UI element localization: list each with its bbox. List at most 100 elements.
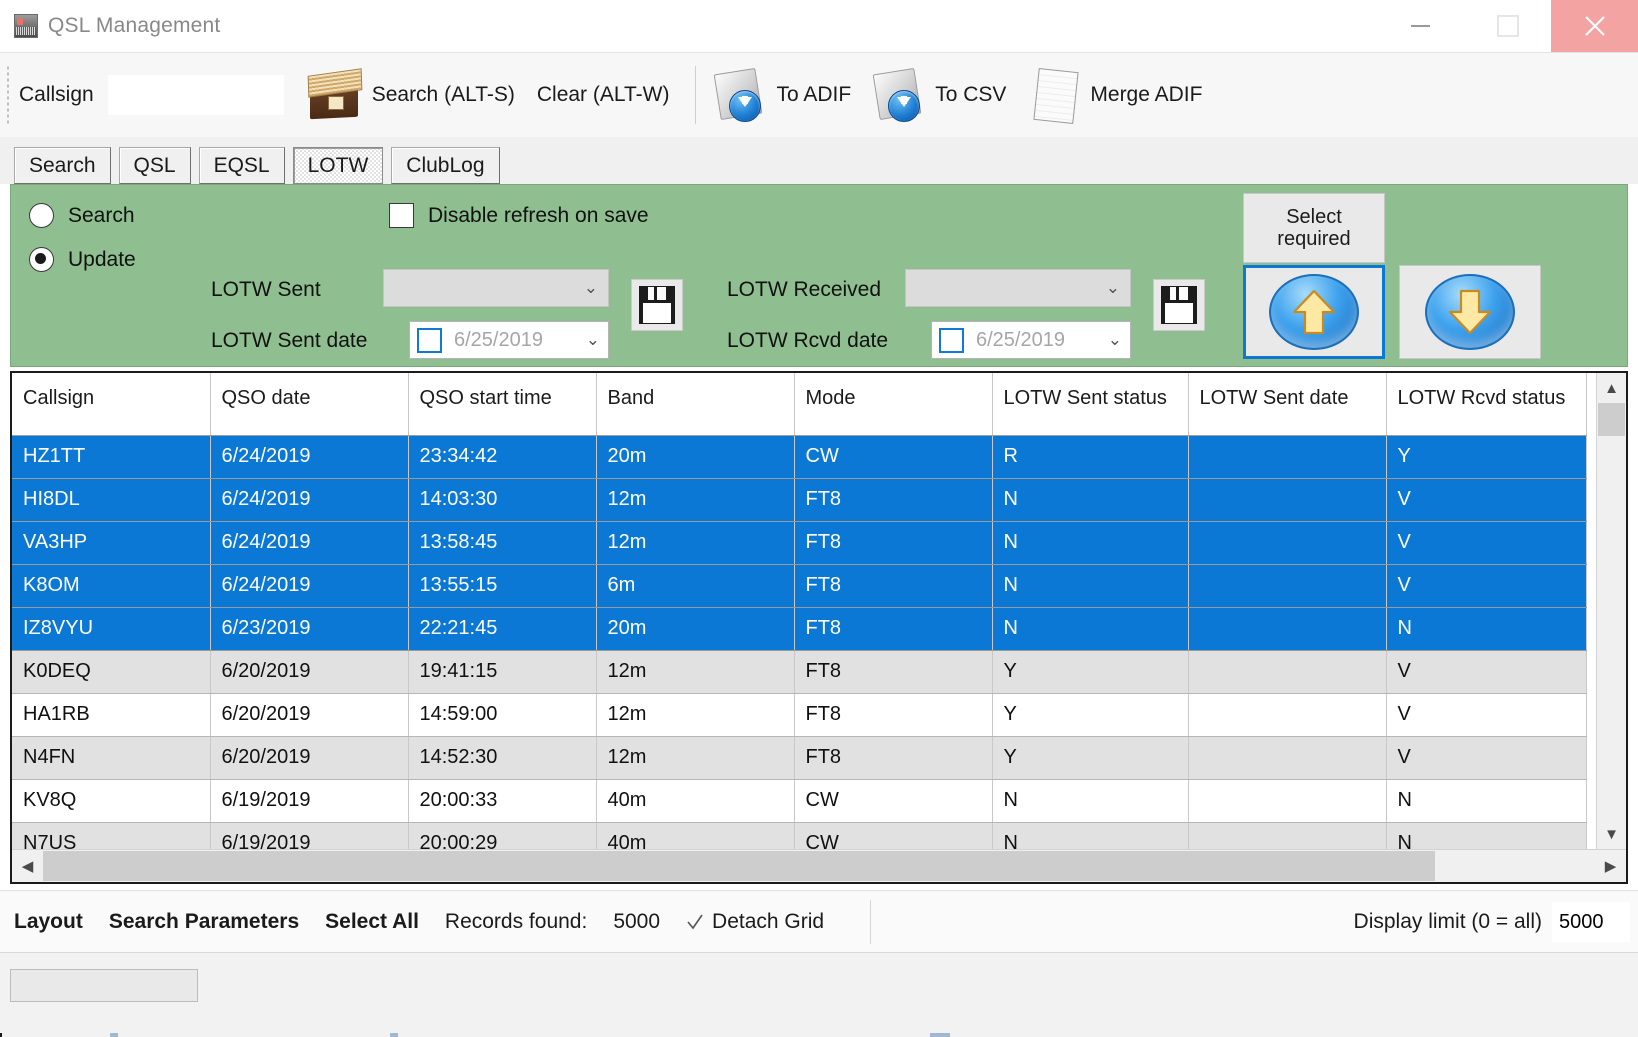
date-enable-checkbox[interactable]	[939, 327, 964, 353]
grid-body: Callsign QSO date QSO start time Band Mo…	[12, 373, 1626, 849]
minimize-button[interactable]	[1377, 0, 1464, 52]
column-header-qso-start-time[interactable]: QSO start time	[408, 373, 597, 436]
bottom-strip	[0, 952, 1638, 1037]
tab-clublog[interactable]: ClubLog	[391, 147, 500, 184]
tab-eqsl[interactable]: EQSL	[198, 147, 285, 184]
tab-qsl[interactable]: QSL	[118, 147, 191, 184]
close-button[interactable]	[1551, 0, 1638, 52]
save-lotw-received-button[interactable]	[1153, 279, 1205, 331]
cell-band: 12m	[596, 478, 795, 522]
export-file-down-icon	[872, 67, 927, 122]
table-row[interactable]: K8OM 6/24/2019 13:55:15 6m FT8 N V	[12, 564, 1587, 608]
cell-lotw-sent-date	[1188, 521, 1387, 565]
cell-band: 40m	[596, 822, 795, 849]
column-header-mode[interactable]: Mode	[794, 373, 993, 436]
minimize-icon	[1411, 25, 1430, 27]
records-found-value: 5000	[613, 910, 661, 933]
disable-refresh-checkbox[interactable]: Disable refresh on save	[389, 203, 649, 228]
lotw-received-select[interactable]: ⌄	[905, 269, 1131, 307]
table-row[interactable]: N7US 6/19/2019 20:00:29 40m CW N N	[12, 822, 1587, 849]
cell-band: 6m	[596, 564, 795, 608]
cell-lotw-sent-status: N	[992, 521, 1189, 565]
detach-grid-label: Detach Grid	[712, 910, 825, 933]
tab-search[interactable]: Search	[14, 147, 111, 184]
download-from-lotw-button[interactable]	[1399, 265, 1541, 359]
export-file-down-icon	[714, 67, 768, 122]
merge-adif-button[interactable]: Merge ADIF	[1028, 68, 1202, 124]
cell-qso-date: 6/24/2019	[210, 478, 409, 522]
column-header-band[interactable]: Band	[596, 373, 795, 436]
table-row[interactable]: HZ1TT 6/24/2019 23:34:42 20m CW R Y	[12, 435, 1587, 479]
lotw-sent-date-picker[interactable]: 6/25/2019 ⌄	[409, 321, 609, 359]
cell-qso-date: 6/20/2019	[210, 736, 409, 780]
cell-lotw-rcvd-status: N	[1386, 779, 1587, 823]
cell-mode: FT8	[794, 478, 993, 522]
upload-arrow-icon	[1269, 274, 1359, 350]
search-button[interactable]: Search (ALT-S)	[306, 68, 515, 120]
cardfile-icon	[306, 68, 364, 120]
upload-to-lotw-button[interactable]	[1243, 265, 1385, 359]
taskbar-edge	[0, 1033, 1638, 1037]
bottom-empty-field[interactable]	[10, 969, 198, 1002]
maximize-button[interactable]	[1464, 0, 1551, 52]
cell-lotw-sent-status: N	[992, 564, 1189, 608]
table-row[interactable]: HI8DL 6/24/2019 14:03:30 12m FT8 N V	[12, 478, 1587, 522]
callsign-input[interactable]	[107, 75, 284, 115]
vertical-scroll-thumb[interactable]	[1598, 403, 1625, 436]
save-lotw-sent-button[interactable]	[631, 279, 683, 331]
to-adif-label: To ADIF	[776, 83, 852, 106]
cell-lotw-sent-status: Y	[992, 693, 1189, 737]
tab-strip: Search QSL EQSL LOTW ClubLog	[0, 137, 1638, 184]
lotw-sent-select[interactable]: ⌄	[383, 269, 609, 307]
status-bar: Layout Search Parameters Select All Reco…	[0, 890, 1638, 953]
cell-callsign: KV8Q	[12, 779, 211, 823]
scroll-left-icon[interactable]: ◀	[12, 850, 43, 882]
lotw-sent-label: LOTW Sent	[211, 278, 321, 301]
mode-update-radio[interactable]: Update	[29, 247, 136, 272]
scroll-down-icon[interactable]: ▼	[1597, 819, 1626, 849]
cell-callsign: K8OM	[12, 564, 211, 608]
check-icon	[687, 914, 703, 930]
column-header-lotw-sent-status[interactable]: LOTW Sent status	[992, 373, 1189, 436]
column-header-lotw-rcvd-status[interactable]: LOTW Rcvd status	[1386, 373, 1587, 436]
vertical-scrollbar[interactable]: ▲ ▼	[1596, 373, 1626, 849]
display-limit-label: Display limit (0 = all)	[1353, 910, 1542, 933]
window-title-bar: QSL Management	[0, 0, 1638, 52]
clear-button-label: Clear (ALT-W)	[536, 83, 670, 106]
to-csv-button[interactable]: To CSV	[872, 67, 1006, 122]
horizontal-scrollbar[interactable]: ◀ ▶	[12, 849, 1626, 882]
detach-grid-checkbox[interactable]: Detach Grid	[686, 910, 824, 934]
search-parameters-button[interactable]: Search Parameters	[109, 910, 299, 934]
app-icon	[14, 14, 38, 38]
mode-search-radio[interactable]: Search	[29, 203, 135, 228]
display-limit-input[interactable]	[1552, 902, 1630, 942]
scroll-right-icon[interactable]: ▶	[1595, 850, 1626, 882]
cell-lotw-sent-date	[1188, 650, 1387, 694]
column-header-lotw-sent-date[interactable]: LOTW Sent date	[1188, 373, 1387, 436]
tab-lotw[interactable]: LOTW	[292, 147, 384, 184]
select-required-button[interactable]: Select required	[1243, 193, 1385, 263]
cell-lotw-rcvd-status: V	[1386, 478, 1587, 522]
clear-button[interactable]: Clear (ALT-W)	[537, 83, 670, 107]
table-row[interactable]: IZ8VYU 6/23/2019 22:21:45 20m FT8 N N	[12, 607, 1587, 651]
cell-band: 12m	[596, 650, 795, 694]
cell-callsign: HZ1TT	[12, 435, 211, 479]
to-adif-button[interactable]: To ADIF	[714, 67, 852, 122]
table-row[interactable]: K0DEQ 6/20/2019 19:41:15 12m FT8 Y V	[12, 650, 1587, 694]
layout-button[interactable]: Layout	[14, 910, 83, 934]
table-row[interactable]: N4FN 6/20/2019 14:52:30 12m FT8 Y V	[12, 736, 1587, 780]
table-row[interactable]: HA1RB 6/20/2019 14:59:00 12m FT8 Y V	[12, 693, 1587, 737]
cell-lotw-sent-status: N	[992, 822, 1189, 849]
lotw-rcvd-date-picker[interactable]: 6/25/2019 ⌄	[931, 321, 1131, 359]
scroll-up-icon[interactable]: ▲	[1597, 373, 1626, 403]
horizontal-scroll-thumb[interactable]	[43, 851, 1435, 881]
select-all-button[interactable]: Select All	[325, 910, 419, 934]
column-header-qso-date[interactable]: QSO date	[210, 373, 409, 436]
date-enable-checkbox[interactable]	[417, 327, 442, 353]
table-row[interactable]: VA3HP 6/24/2019 13:58:45 12m FT8 N V	[12, 521, 1587, 565]
search-button-label: Search (ALT-S)	[371, 83, 515, 106]
toolbar-grip[interactable]	[6, 65, 11, 125]
column-header-callsign[interactable]: Callsign	[12, 373, 211, 436]
table-row[interactable]: KV8Q 6/19/2019 20:00:33 40m CW N N	[12, 779, 1587, 823]
cell-lotw-sent-date	[1188, 693, 1387, 737]
